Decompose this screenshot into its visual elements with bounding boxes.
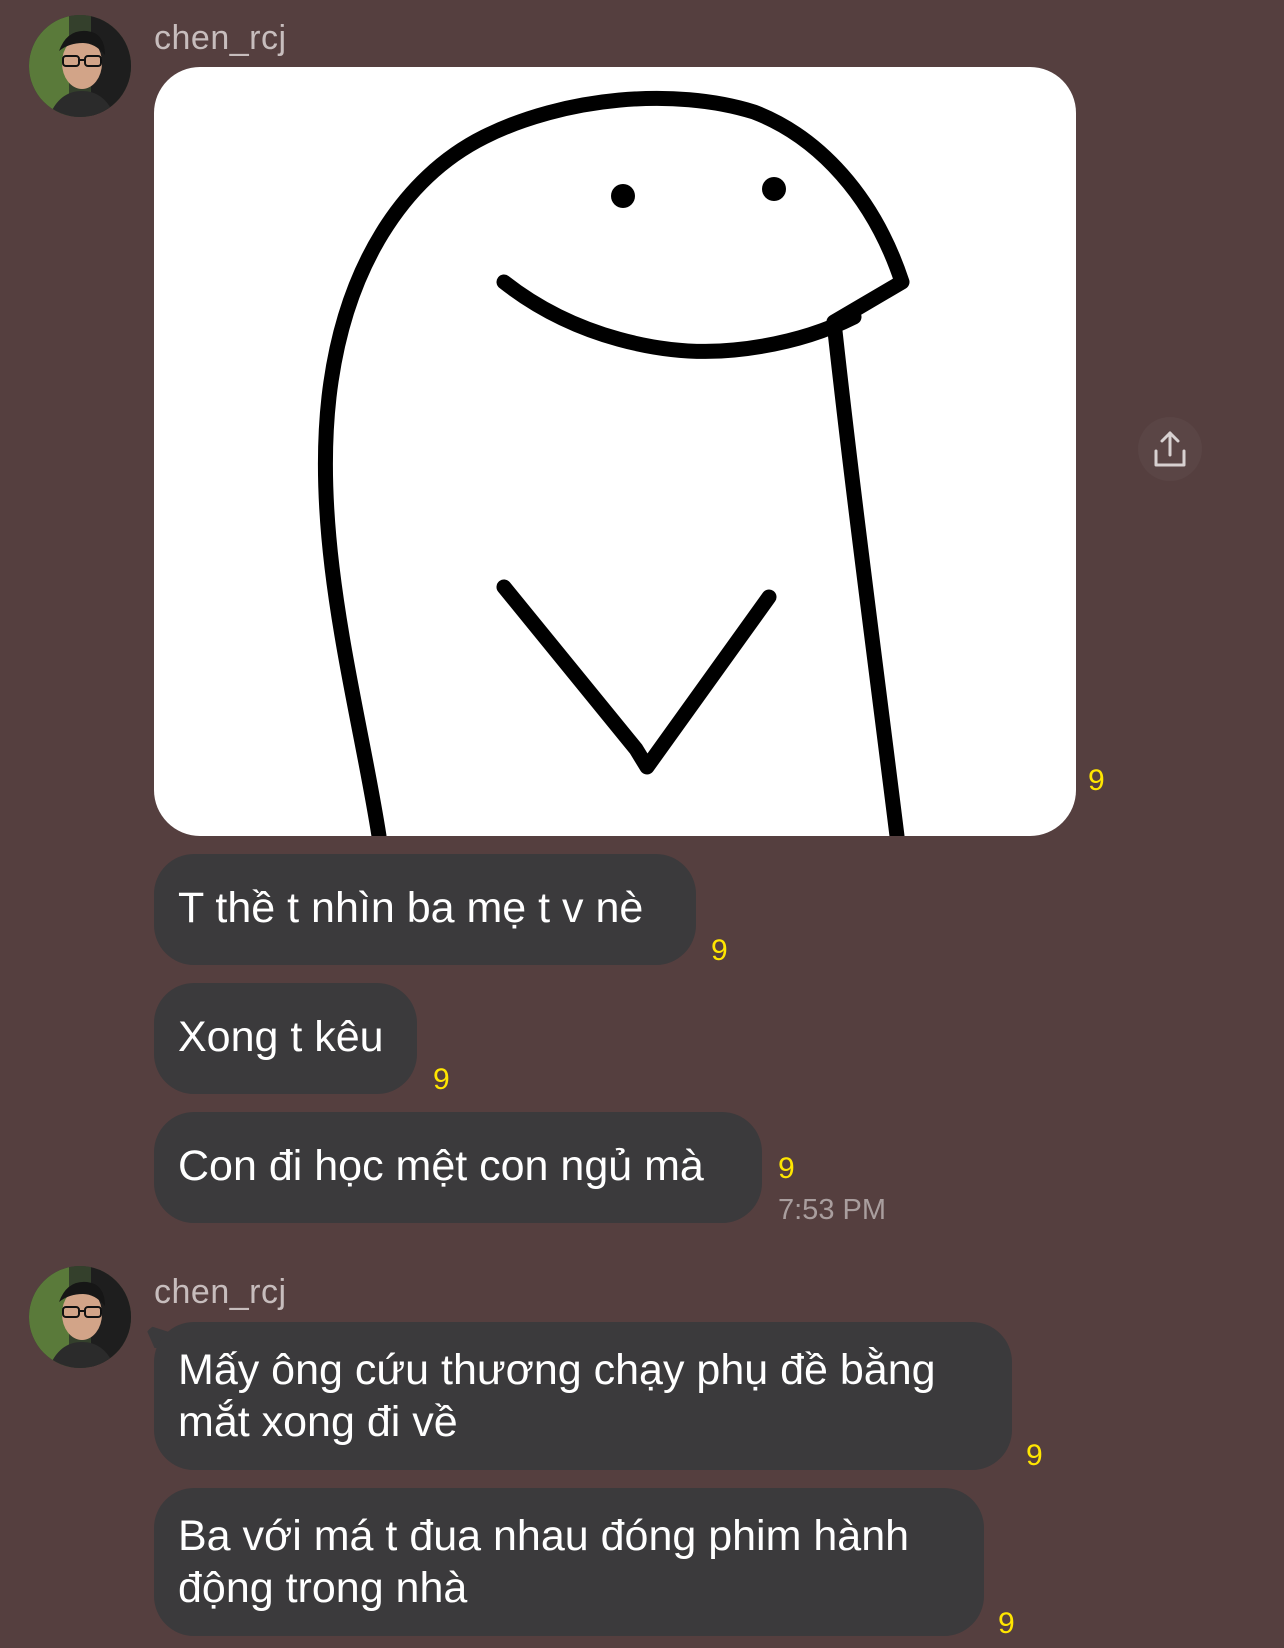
avatar-photo — [29, 15, 131, 117]
avatar[interactable] — [29, 15, 131, 117]
sender-name: chen_rcj — [154, 19, 287, 57]
message-bubble[interactable]: Ba với má t đua nhau đóng phim hành động… — [154, 1488, 984, 1636]
share-button[interactable] — [1138, 417, 1202, 481]
reaction-count: 9 — [1088, 764, 1105, 797]
message-text-line: Ba với má t đua nhau đóng phim hành — [178, 1512, 910, 1560]
avatar[interactable] — [29, 1266, 131, 1368]
message-bubble[interactable]: Mấy ông cứu thương chạy phụ đề bằng mắt … — [154, 1322, 1012, 1470]
sticker-image[interactable] — [154, 67, 1076, 836]
message-timestamp: 7:53 PM — [778, 1194, 886, 1226]
message-text-line: Mấy ông cứu thương chạy phụ đề bằng — [178, 1346, 936, 1394]
message-bubble[interactable]: T thề t nhìn ba mẹ t v nè — [154, 854, 696, 965]
reaction-count: 9 — [998, 1607, 1015, 1640]
reaction-count: 9 — [1026, 1439, 1043, 1472]
reaction-count: 9 — [778, 1152, 795, 1185]
message-text-line: động trong nhà — [178, 1564, 468, 1612]
smiling-blob-drawing — [317, 90, 910, 836]
message-bubble[interactable]: Con đi học mệt con ngủ mà — [154, 1112, 762, 1223]
message-bubble[interactable]: Xong t kêu — [154, 983, 417, 1094]
share-icon — [1154, 431, 1186, 467]
message-text-line: mắt xong đi về — [178, 1398, 458, 1446]
avatar-photo — [29, 1266, 131, 1368]
message-text: T thề t nhìn ba mẹ t v nè — [178, 884, 644, 932]
message-text: Xong t kêu — [178, 1013, 384, 1061]
reaction-count: 9 — [711, 934, 728, 967]
reaction-count: 9 — [433, 1063, 450, 1096]
sender-name: chen_rcj — [154, 1273, 287, 1311]
message-text: Con đi học mệt con ngủ mà — [178, 1142, 704, 1190]
